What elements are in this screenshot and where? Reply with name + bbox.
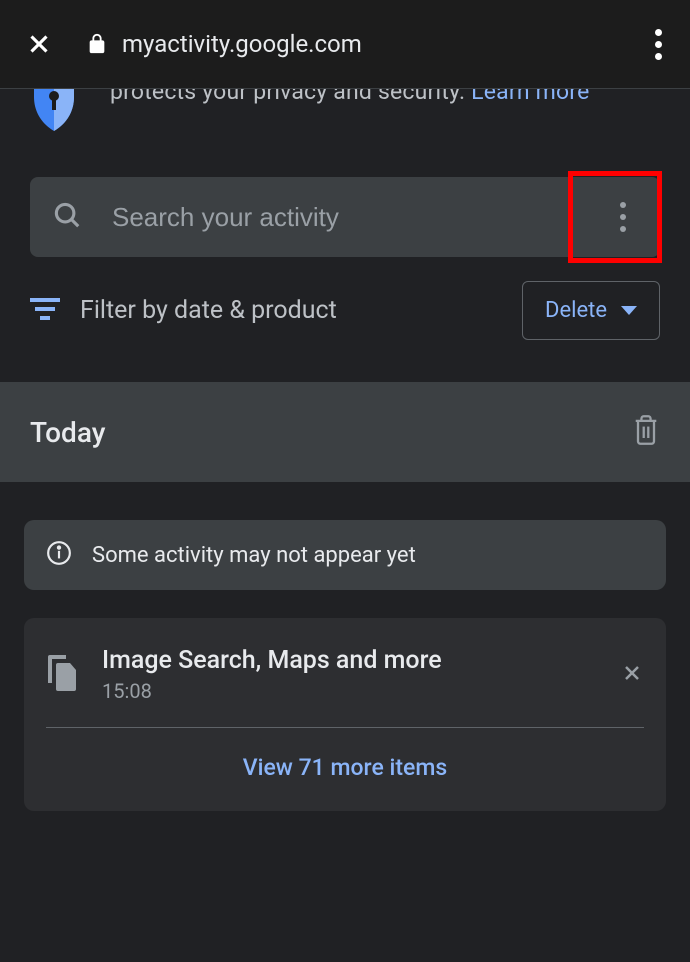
activity-card: Image Search, Maps and more 15:08 View 7… [24, 618, 666, 811]
close-icon[interactable] [620, 661, 644, 689]
today-section-header: Today [0, 382, 690, 482]
notice-text: Some activity may not appear yet [92, 543, 416, 568]
banner-text: protects your privacy and security. Lear… [110, 89, 589, 125]
privacy-banner: protects your privacy and security. Lear… [0, 89, 690, 145]
view-more-link[interactable]: View 71 more items [24, 728, 666, 811]
filter-label[interactable]: Filter by date & product [80, 296, 502, 325]
trash-icon[interactable] [632, 414, 660, 450]
chevron-down-icon [621, 306, 637, 315]
filter-row: Filter by date & product Delete [0, 257, 690, 372]
search-bar[interactable] [30, 177, 660, 257]
notice-bar: Some activity may not appear yet [24, 520, 666, 590]
filter-icon[interactable] [30, 298, 60, 324]
activity-time: 15:08 [102, 679, 598, 703]
url-text[interactable]: myactivity.google.com [122, 30, 651, 58]
shield-icon [30, 89, 78, 125]
search-more-icon[interactable] [608, 202, 638, 232]
lock-icon [86, 33, 108, 55]
copy-icon [46, 653, 80, 697]
section-title: Today [30, 416, 105, 449]
browser-address-bar: myactivity.google.com [0, 0, 690, 88]
delete-button[interactable]: Delete [522, 281, 660, 340]
learn-more-link[interactable]: Learn more [471, 89, 589, 105]
close-icon[interactable] [24, 29, 54, 59]
info-icon [46, 540, 72, 570]
more-vert-icon[interactable] [651, 29, 666, 60]
activity-title: Image Search, Maps and more [102, 646, 598, 675]
search-icon [52, 200, 82, 234]
search-input[interactable] [112, 202, 608, 233]
activity-item[interactable]: Image Search, Maps and more 15:08 [24, 618, 666, 727]
